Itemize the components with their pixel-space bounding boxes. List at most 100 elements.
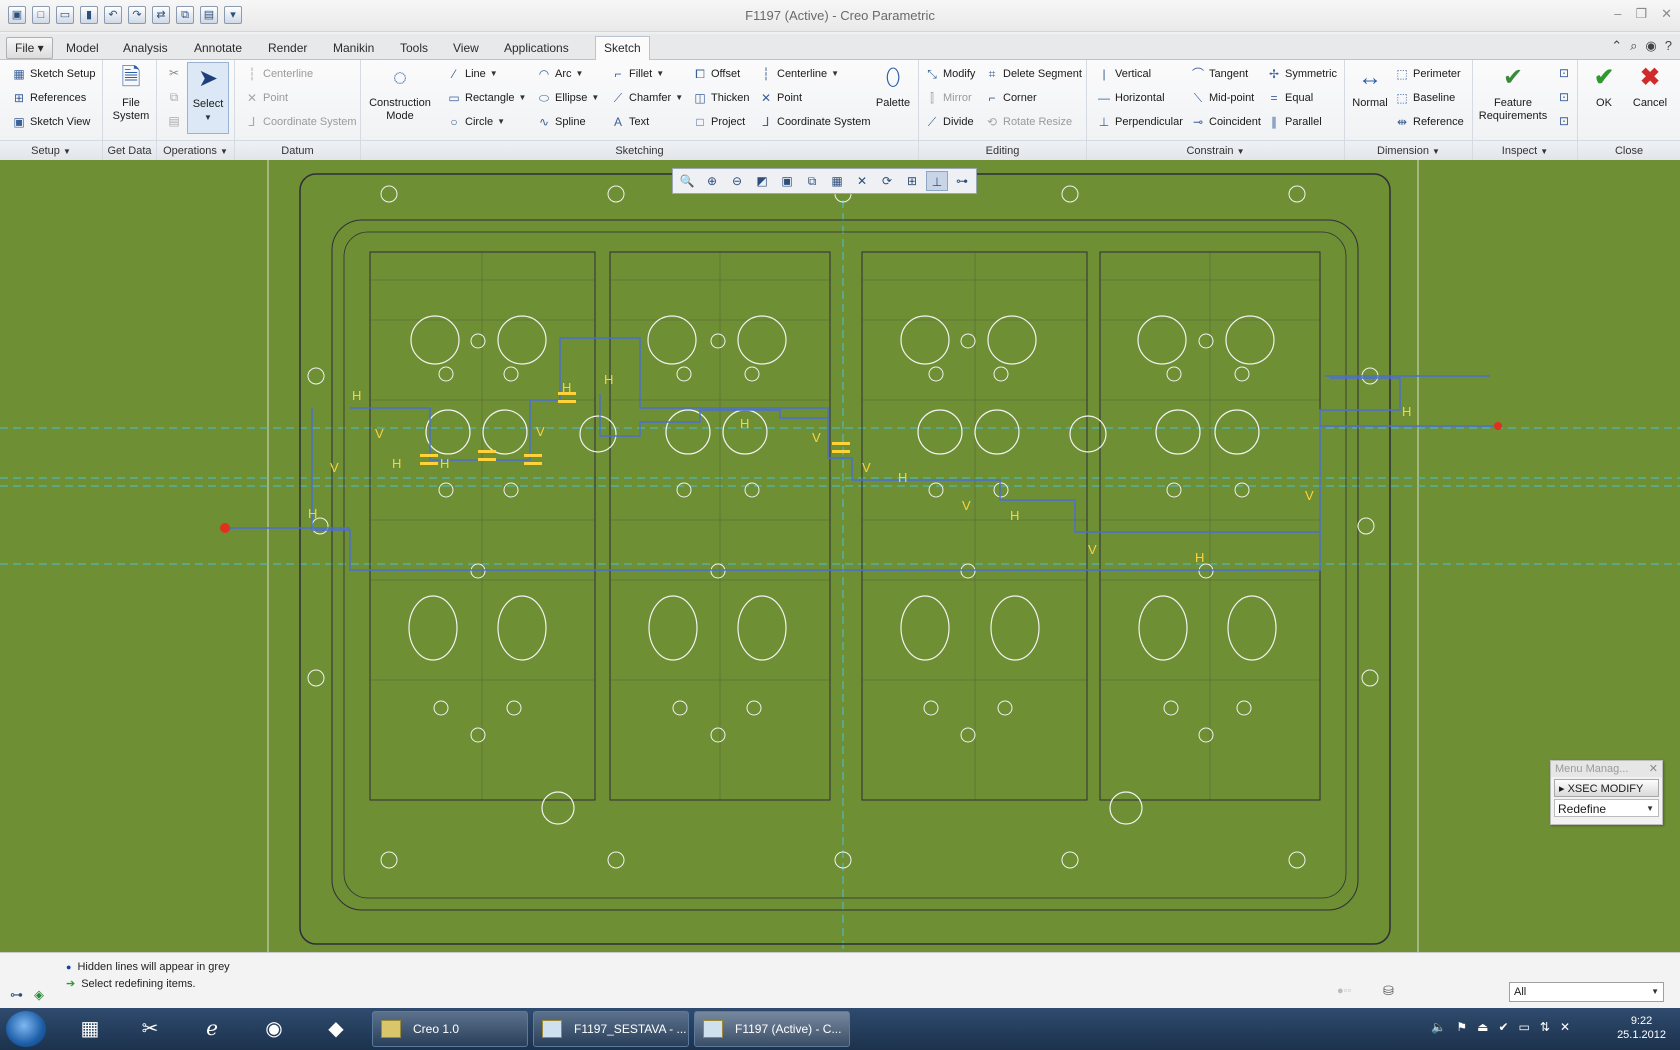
close-icon[interactable]: ✕ [1649,761,1658,777]
sketch-coordinate-system-button[interactable]: ⅃ Coordinate System [759,112,871,132]
symmetric-constraint-button[interactable]: ✢ Symmetric [1267,64,1337,84]
refit-icon[interactable]: 🔍 [676,171,698,191]
modify-button[interactable]: ⤡ Modify [925,64,975,84]
datum-point-button[interactable]: ✕ Point [245,88,288,108]
delete-segment-button[interactable]: ⌗ Delete Segment [985,64,1082,84]
redefine-select[interactable]: Redefine ▼ [1554,799,1659,817]
security-icon[interactable]: ✔ [1498,1020,1508,1034]
baseline-button[interactable]: ⬚ Baseline [1395,88,1455,108]
tab-applications[interactable]: Applications [496,38,577,60]
divide-button[interactable]: ⟋ Divide [925,112,974,132]
cancel-button[interactable]: ✖ Cancel [1628,62,1672,110]
sketch-drawing[interactable]: HVV H HH HHV HVV HVH VHV H [0,160,1680,952]
references-button[interactable]: ⊞ References [12,88,86,108]
graphics-area[interactable]: HVV HHH HHV HVV HVH VHV H 🔍 ⊕ ⊖ ◩ ▣ ⧉ ▦ … [0,160,1680,952]
corner-button[interactable]: ⌐ Corner [985,88,1036,108]
normal-dimension-button[interactable]: ↔ Normal [1349,62,1391,110]
coincident-constraint-button[interactable]: ⊸ Coincident [1191,112,1261,132]
minimize-button[interactable]: – [1614,6,1621,22]
sketch-setup-button[interactable]: ▦ Sketch Setup [12,64,95,84]
chrome-icon[interactable]: ◉ [248,1013,300,1045]
mirror-button[interactable]: ⫿ Mirror [925,88,972,108]
start-button[interactable] [6,1011,46,1047]
collapse-ribbon-icon[interactable]: ⌃ [1611,38,1622,54]
creo-launcher-icon[interactable]: ◆ [310,1013,362,1045]
safely-remove-icon[interactable]: ⏏ [1477,1020,1488,1034]
datum-display-icon[interactable]: ✕ [851,171,873,191]
taskbar-item-sestava[interactable]: F1197_SESTAVA - ... [533,1011,689,1047]
group-setup-label[interactable]: Setup ▼ [0,140,102,160]
offset-button[interactable]: ⧠ Offset [693,64,740,84]
internet-explorer-icon[interactable]: ℯ [186,1013,238,1045]
group-inspect-label[interactable]: Inspect ▼ [1473,140,1577,160]
datum-centerline-button[interactable]: ┆ Centerline [245,64,313,84]
text-button[interactable]: A Text [611,112,649,132]
perimeter-button[interactable]: ⬚ Perimeter [1395,64,1460,84]
tab-analysis[interactable]: Analysis [115,38,176,60]
group-constrain-label[interactable]: Constrain ▼ [1087,140,1344,160]
feature-requirements-button[interactable]: ✔ Feature Requirements [1477,62,1549,123]
construction-mode-button[interactable]: ◌ Construction Mode [367,62,433,123]
fillet-button[interactable]: ⌐ Fillet ▼ [611,64,664,84]
tab-manikin[interactable]: Manikin [325,38,382,60]
zoom-out-icon[interactable]: ⊖ [726,171,748,191]
display-style-icon[interactable]: ▣ [776,171,798,191]
group-operations-label[interactable]: Operations ▼ [157,140,234,160]
ellipse-button[interactable]: ⬭ Ellipse ▼ [537,88,599,108]
mute-icon[interactable]: ✕ [1560,1020,1570,1034]
spline-button[interactable]: ∿ Spline [537,112,586,132]
sketch-point-button[interactable]: ✕ Point [759,88,802,108]
selection-filter[interactable]: All ▼ [1509,982,1664,1002]
display-icon[interactable]: ▭ [1519,1020,1530,1034]
repaint-icon[interactable]: ◩ [751,171,773,191]
find-icon[interactable]: ⛁ [1383,983,1394,999]
calculator-icon[interactable]: ▦ [64,1013,116,1045]
taskbar-item-f1197-active[interactable]: F1197 (Active) - C... [694,1011,850,1047]
community-icon[interactable]: ◉ [1645,38,1656,54]
ok-button[interactable]: ✔ OK [1584,62,1624,110]
action-center-icon[interactable]: ⚑ [1456,1020,1467,1034]
parallel-constraint-button[interactable]: ∥ Parallel [1267,112,1322,132]
tab-annotate[interactable]: Annotate [186,38,250,60]
rotate-resize-button[interactable]: ⟲ Rotate Resize [985,112,1072,132]
taskbar-item-explorer[interactable]: Creo 1.0 [372,1011,528,1047]
vertical-constraint-button[interactable]: | Vertical [1097,64,1151,84]
tab-sketch[interactable]: Sketch [595,36,650,61]
maximize-button[interactable]: ❐ [1635,6,1647,22]
xsec-modify-item[interactable]: ▸ XSEC MODIFY [1554,779,1659,797]
tab-file[interactable]: File ▾ [6,37,53,59]
highlight-open-ends-icon[interactable]: ⊡ [1557,114,1571,128]
midpoint-constraint-button[interactable]: ⟍ Mid-point [1191,88,1254,108]
dimension-display-icon[interactable]: ⊞ [901,171,923,191]
palette-button[interactable]: ⬯ Palette [871,62,915,110]
search-icon[interactable]: ⌕ [1630,38,1637,54]
view-manager-icon[interactable]: ▦ [826,171,848,191]
circle-button[interactable]: ○ Circle ▼ [447,112,505,132]
rectangle-button[interactable]: ▭ Rectangle ▼ [447,88,526,108]
equal-constraint-button[interactable]: = Equal [1267,88,1313,108]
vertex-display-icon[interactable]: ⊶ [951,171,973,191]
tab-model[interactable]: Model [58,38,107,60]
zoom-in-icon[interactable]: ⊕ [701,171,723,191]
tab-view[interactable]: View [445,38,487,60]
cut-icon[interactable]: ✂ [167,66,181,80]
network-icon[interactable]: ⇅ [1540,1020,1550,1034]
paste-icon[interactable]: ▤ [167,114,181,128]
project-button[interactable]: □ Project [693,112,745,132]
file-system-button[interactable]: 🗎 File System [111,62,151,123]
model-tree-toggle-icon[interactable]: ⊶ [10,987,23,1003]
chamfer-button[interactable]: ⟋ Chamfer ▼ [611,88,683,108]
close-button[interactable]: ✕ [1661,6,1672,22]
snipping-tool-icon[interactable]: ✂ [124,1013,176,1045]
reference-button[interactable]: ⇹ Reference [1395,112,1464,132]
shade-closed-loops-icon[interactable]: ⊡ [1557,90,1571,104]
volume-icon[interactable]: 🔈 [1431,1020,1446,1034]
tangent-constraint-button[interactable]: ⌒ Tangent [1191,64,1248,84]
sketch-view-button[interactable]: ▣ Sketch View [12,112,90,132]
help-icon[interactable]: ? [1665,38,1672,54]
saved-views-icon[interactable]: ⧉ [801,171,823,191]
sketch-centerline-button[interactable]: ┆ Centerline ▼ [759,64,839,84]
tab-tools[interactable]: Tools [392,38,436,60]
spin-center-icon[interactable]: ⟳ [876,171,898,191]
select-button[interactable]: ➤ Select ▼ [187,62,229,134]
